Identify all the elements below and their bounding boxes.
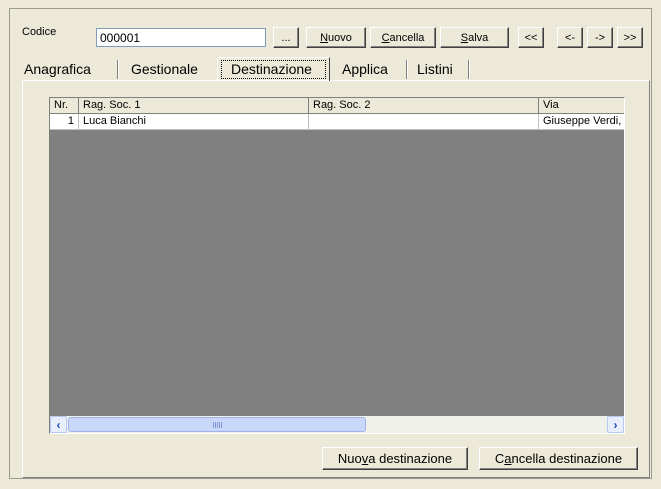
- cell-nr: 1: [50, 114, 79, 130]
- first-record-button[interactable]: <<: [518, 27, 544, 48]
- destinazioni-grid[interactable]: Nr. Rag. Soc. 1 Rag. Soc. 2 Via 1 Luca B…: [49, 97, 625, 434]
- salva-button[interactable]: Salva: [440, 27, 509, 48]
- codice-label: Codice: [22, 26, 57, 38]
- cancella-button[interactable]: Cancella: [370, 27, 436, 48]
- nuovo-button[interactable]: Nuovo: [306, 27, 366, 48]
- column-header-rag-soc-1[interactable]: Rag. Soc. 1: [79, 98, 309, 114]
- table-row[interactable]: 1 Luca Bianchi Giuseppe Verdi, 2: [50, 114, 624, 130]
- tab-anagrafica[interactable]: Anagrafica: [24, 59, 91, 79]
- column-header-via[interactable]: Via: [539, 98, 624, 114]
- cell-via: Giuseppe Verdi, 2: [539, 114, 624, 130]
- last-record-button[interactable]: >>: [617, 27, 643, 48]
- column-header-rag-soc-2[interactable]: Rag. Soc. 2: [309, 98, 539, 114]
- tab-listini[interactable]: Listini: [417, 59, 453, 79]
- column-header-nr[interactable]: Nr.: [50, 98, 79, 114]
- scroll-right-icon[interactable]: ›: [607, 416, 624, 433]
- prev-record-button[interactable]: <-: [557, 27, 583, 48]
- tab-separator: [406, 60, 408, 79]
- tab-destinazione[interactable]: Destinazione: [231, 59, 312, 79]
- scrollbar-thumb[interactable]: [68, 417, 366, 432]
- tab-separator: [468, 60, 470, 79]
- nuova-destinazione-button[interactable]: Nuo v a destinazione: [322, 447, 468, 470]
- grid-header: Nr. Rag. Soc. 1 Rag. Soc. 2 Via: [50, 98, 624, 114]
- cell-rag-soc-2: [309, 114, 539, 130]
- scroll-left-icon[interactable]: ‹: [50, 416, 67, 433]
- codice-input[interactable]: [96, 28, 266, 47]
- grip-icon: [213, 422, 223, 428]
- tab-separator: [117, 60, 119, 79]
- cancella-destinazione-button[interactable]: Ca ncella destinazione: [479, 447, 638, 470]
- tab-applica[interactable]: Applica: [342, 59, 388, 79]
- tab-gestionale[interactable]: Gestionale: [131, 59, 198, 79]
- cell-rag-soc-1: Luca Bianchi: [79, 114, 309, 130]
- horizontal-scrollbar[interactable]: ‹ ›: [50, 416, 624, 433]
- browse-button[interactable]: ...: [273, 27, 299, 48]
- next-record-button[interactable]: ->: [587, 27, 613, 48]
